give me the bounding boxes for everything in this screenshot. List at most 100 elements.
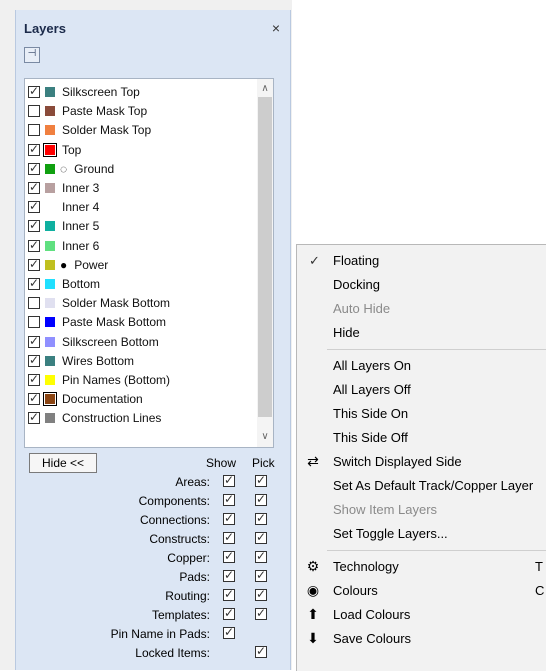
option-pick-checkbox[interactable] (255, 530, 267, 544)
menu-item-all-layers-off[interactable]: All Layers Off (297, 378, 546, 402)
menu-item-load-colours[interactable]: ⬆ Load Colours (297, 603, 546, 627)
layer-color-swatch[interactable] (43, 142, 57, 157)
option-show-checkbox[interactable] (223, 492, 235, 506)
menu-item-save-colours[interactable]: ⬇ Save Colours (297, 627, 546, 651)
menu-item-docking[interactable]: Docking (297, 273, 546, 297)
option-show-checkbox[interactable] (223, 587, 235, 601)
layer-visible-checkbox[interactable] (28, 199, 40, 214)
layer-row[interactable]: ● Power (28, 256, 108, 274)
layer-color-swatch[interactable] (45, 125, 55, 136)
layer-color-swatch[interactable] (43, 392, 57, 407)
layer-color-swatch[interactable] (45, 279, 55, 289)
scroll-up-icon[interactable]: ∧ (257, 81, 273, 97)
layer-visible-checkbox[interactable] (28, 391, 40, 406)
layer-visible-checkbox[interactable] (28, 218, 40, 233)
layer-visible-checkbox[interactable] (28, 316, 40, 329)
layer-visible-checkbox[interactable] (28, 353, 40, 367)
option-show-checkbox[interactable] (223, 530, 235, 544)
hide-button[interactable]: Hide << (29, 453, 97, 473)
layer-visible-checkbox[interactable] (28, 124, 40, 137)
layer-visible-checkbox[interactable] (28, 257, 40, 271)
layer-row[interactable]: Top (28, 141, 81, 159)
layer-color-swatch[interactable] (45, 317, 55, 328)
menu-item-switch-displayed-side[interactable]: ⇄ Switch Displayed Side (297, 450, 546, 474)
layer-row[interactable]: Paste Mask Top (28, 102, 147, 120)
menu-item-technology[interactable]: ⚙ Technology T (297, 555, 546, 579)
menu-item-set-as-default-track-copper-layer[interactable]: Set As Default Track/Copper Layer (297, 474, 546, 498)
layer-visible-checkbox[interactable] (28, 142, 40, 156)
scroll-down-icon[interactable]: ∨ (257, 429, 273, 445)
option-show-checkbox[interactable] (223, 549, 235, 563)
menu-item-label: Hide (333, 325, 360, 340)
layer-color-swatch[interactable] (45, 259, 55, 270)
layer-row[interactable]: Inner 4 (28, 198, 99, 216)
panel-titlebar[interactable]: Layers × (22, 18, 284, 40)
layer-name: Inner 3 (62, 181, 100, 195)
option-pick-checkbox[interactable] (255, 473, 267, 487)
layer-row[interactable]: Inner 6 (28, 237, 99, 255)
layer-visible-checkbox[interactable] (28, 180, 40, 194)
menu-item-all-layers-on[interactable]: All Layers On (297, 354, 546, 378)
option-show-checkbox[interactable] (223, 473, 235, 487)
layer-color-swatch[interactable] (45, 183, 55, 193)
layer-color-swatch[interactable] (45, 240, 55, 251)
menu-item-hide[interactable]: Hide (297, 321, 546, 345)
close-icon[interactable]: × (272, 20, 280, 36)
layer-color-swatch[interactable] (45, 375, 55, 385)
layer-row[interactable]: ◌ Ground (28, 160, 114, 178)
option-pick-checkbox[interactable] (255, 549, 267, 563)
layer-name: Power (74, 257, 109, 272)
layer-row[interactable]: Wires Bottom (28, 352, 134, 370)
scroll-thumb[interactable] (258, 97, 272, 417)
layer-color-swatch[interactable] (45, 106, 55, 117)
layer-color-swatch[interactable] (45, 336, 55, 347)
pin-icon[interactable]: ⊣ (24, 47, 40, 63)
menu-item-colours[interactable]: ◉ Colours C (297, 579, 546, 603)
scrollbar[interactable]: ∧ ∨ (257, 79, 273, 447)
layer-visible-checkbox[interactable] (28, 297, 40, 310)
layer-row[interactable]: Solder Mask Bottom (28, 294, 170, 312)
layer-visible-checkbox[interactable] (28, 161, 40, 175)
layer-row[interactable]: Silkscreen Top (28, 83, 140, 101)
menu-item-this-side-off[interactable]: This Side Off (297, 426, 546, 450)
option-show-checkbox[interactable] (223, 568, 235, 582)
layer-color-swatch[interactable] (45, 163, 55, 174)
option-show-checkbox[interactable] (223, 511, 235, 525)
layer-visible-checkbox[interactable] (28, 372, 40, 386)
layer-color-swatch[interactable] (45, 87, 55, 97)
layer-row[interactable]: Inner 3 (28, 179, 99, 197)
layer-visible-checkbox[interactable] (28, 105, 40, 118)
layer-row[interactable]: Silkscreen Bottom (28, 333, 159, 351)
option-pick-checkbox[interactable] (255, 511, 267, 525)
layer-row[interactable]: Documentation (28, 390, 143, 408)
layer-visible-checkbox[interactable] (28, 84, 40, 98)
menu-item-floating[interactable]: ✓ Floating (297, 249, 546, 273)
menu-separator (327, 550, 546, 551)
menu-item-set-toggle-layers[interactable]: Set Toggle Layers... (297, 522, 546, 546)
layer-visible-checkbox[interactable] (28, 276, 40, 290)
option-pick-checkbox[interactable] (255, 587, 267, 601)
option-show-checkbox[interactable] (223, 625, 235, 639)
option-pick-checkbox[interactable] (255, 606, 267, 620)
layer-color-swatch[interactable] (45, 298, 55, 309)
option-pick-checkbox[interactable] (255, 568, 267, 582)
layer-color-swatch[interactable] (45, 221, 55, 232)
option-pick-checkbox[interactable] (255, 492, 267, 506)
layer-color-swatch[interactable] (45, 413, 55, 424)
option-show-checkbox[interactable] (223, 606, 235, 620)
layer-row[interactable]: Paste Mask Bottom (28, 313, 166, 331)
menu-item-this-side-on[interactable]: This Side On (297, 402, 546, 426)
layer-row[interactable]: Inner 5 (28, 217, 99, 235)
layer-color-swatch[interactable] (45, 355, 55, 366)
layer-visible-checkbox[interactable] (28, 334, 40, 348)
layer-visible-checkbox[interactable] (28, 410, 40, 425)
layer-list[interactable]: ∧ ∨ Silkscreen Top Paste Mask Top Solder M… (24, 78, 274, 448)
layer-row[interactable]: Pin Names (Bottom) (28, 371, 170, 389)
layer-row[interactable]: Solder Mask Top (28, 121, 151, 139)
option-pick-checkbox[interactable] (255, 644, 267, 658)
layer-row[interactable]: Construction Lines (28, 409, 161, 427)
layer-color-swatch[interactable] (45, 202, 55, 213)
layer-visible-checkbox[interactable] (28, 238, 40, 252)
layer-row[interactable]: Bottom (28, 275, 100, 293)
menu-item-label: Floating (333, 253, 380, 268)
